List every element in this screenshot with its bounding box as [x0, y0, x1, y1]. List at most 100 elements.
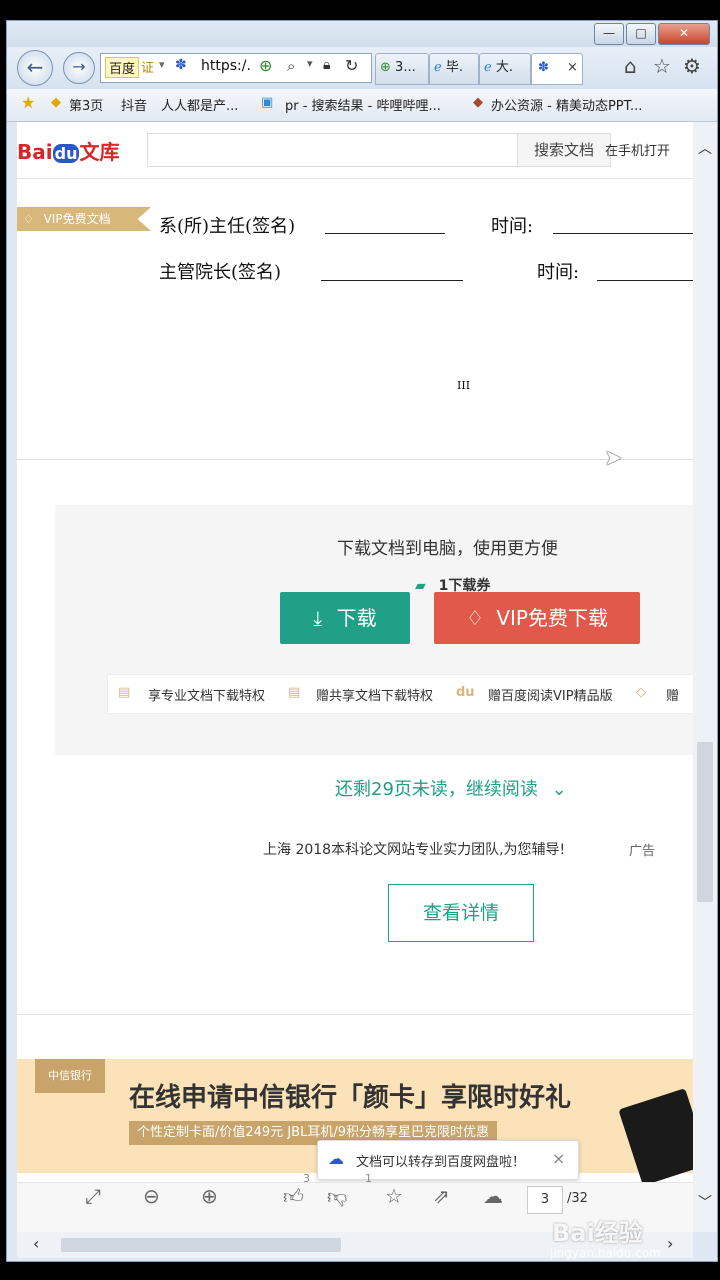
vip-free-badge: ♢ VIP免费文档: [17, 207, 151, 231]
search-icon[interactable]: ⌕: [287, 57, 295, 75]
page-number: III: [457, 379, 471, 392]
diamond-icon: ♢: [23, 212, 34, 226]
scroll-up-icon[interactable]: ︿: [698, 138, 712, 158]
download-icon: ⤓: [313, 606, 323, 630]
bank-logo: 中信银行: [35, 1059, 105, 1093]
wenku-logo[interactable]: Bai du 文库: [17, 136, 119, 165]
tab-3[interactable]: ℯ 大.: [479, 53, 531, 85]
thumbs-up-icon[interactable]: 👍︎: [283, 1184, 304, 1209]
page-number-input[interactable]: 3: [527, 1186, 563, 1214]
ticket-icon: ▰: [415, 578, 426, 594]
scroll-left-icon[interactable]: ‹: [33, 1234, 39, 1253]
time-label-1: 时间:: [491, 216, 534, 237]
scrollbar-thumb[interactable]: [697, 742, 713, 902]
privilege-item: 享专业文档下载特权: [148, 689, 266, 704]
ie-icon: ℯ: [434, 60, 442, 75]
privilege-item: 赠: [666, 689, 680, 704]
vip-download-label: VIP免费下载: [496, 606, 608, 630]
share-icon[interactable]: ⇗: [433, 1184, 450, 1208]
close-window-button[interactable]: ✕: [658, 23, 710, 45]
continue-reading-link[interactable]: 还剩29页未读，继续阅读 ⌄: [335, 775, 567, 801]
tab-2-label: 毕.: [445, 60, 463, 75]
ad-label: 广告: [629, 844, 656, 859]
favorite-item[interactable]: 第3页: [69, 95, 103, 114]
search-document-button[interactable]: 搜索文档: [517, 133, 611, 167]
favorite-item[interactable]: pr - 搜索结果 - 哔哩哔哩...: [285, 95, 441, 114]
favorites-star-icon[interactable]: ★: [21, 93, 35, 112]
zoom-in-icon[interactable]: ⊕: [201, 1184, 218, 1208]
tab-1[interactable]: ⊕ 3...: [375, 53, 429, 85]
address-bar[interactable]: 百度 证 ▾ ✽ https:/. ⊕ ⌕ ▾ 🔒︎ ↻: [100, 53, 372, 83]
open-on-mobile-link[interactable]: 在手机打开: [605, 140, 670, 159]
close-icon[interactable]: ×: [552, 1149, 565, 1168]
home-icon[interactable]: ⌂: [624, 54, 637, 78]
vertical-scrollbar[interactable]: ︿ ﹀: [693, 122, 717, 1232]
dropdown-icon[interactable]: ▾: [159, 58, 165, 71]
search-input[interactable]: [147, 133, 519, 167]
favorites-star-icon[interactable]: ☆: [653, 54, 671, 78]
tab-1-icon: ⊕: [380, 60, 391, 75]
toast-text: 文档可以转存到百度网盘啦！: [356, 1155, 526, 1170]
vip-badge-label: VIP免费文档: [43, 212, 111, 226]
baidu-jingyan-watermark: Bai经验: [552, 1219, 643, 1247]
section-divider: [17, 1014, 693, 1015]
toast-notification: ☁ 文档可以转存到百度网盘啦！ ×: [317, 1140, 579, 1180]
hscroll-thumb[interactable]: [61, 1238, 341, 1252]
zoom-out-icon[interactable]: ⊖: [143, 1184, 160, 1208]
minimize-button[interactable]: —: [594, 23, 624, 45]
favorite-item[interactable]: 抖音: [121, 95, 147, 114]
like-count: 3: [303, 1172, 310, 1185]
cloud-icon: ☁: [328, 1149, 344, 1168]
tab-active[interactable]: ✽ ×: [531, 53, 583, 85]
star-icon[interactable]: ☆: [385, 1184, 403, 1208]
bookmark-icon: ◆: [51, 95, 61, 110]
vip-free-download-button[interactable]: ♢ VIP免费下载: [434, 592, 640, 644]
logo-du: du: [52, 144, 80, 163]
signature-line-2: [321, 280, 463, 281]
gear-icon[interactable]: ⚙: [683, 54, 701, 78]
office-icon: ◆: [473, 95, 483, 110]
download-button[interactable]: ⤓ 下载: [280, 592, 410, 644]
forward-icon[interactable]: →: [63, 52, 95, 84]
time-line-1: [553, 233, 693, 234]
du-icon: du: [456, 685, 475, 700]
time-label-2: 时间:: [537, 262, 580, 283]
gift-icon: ◇: [636, 685, 646, 700]
signature-label-2: 主管院长(签名): [159, 262, 282, 283]
time-line-2: [597, 280, 693, 281]
search-dropdown-icon[interactable]: ▾: [307, 57, 313, 70]
logo-bai: Bai: [17, 140, 53, 164]
refresh-icon[interactable]: ↻: [345, 56, 358, 75]
ad-text[interactable]: 上海 2018本科论文网站专业实力团队,为您辅导!: [263, 839, 565, 859]
address-prefix: 百度: [105, 57, 140, 78]
chevron-down-icon: ⌄: [551, 779, 567, 800]
back-icon[interactable]: ←: [17, 50, 53, 86]
document-icon: ▤: [118, 685, 131, 700]
continue-reading-label: 还剩29页未读，继续阅读: [335, 779, 538, 800]
tab-2[interactable]: ℯ 毕.: [429, 53, 479, 85]
signature-line-1: [325, 233, 445, 234]
thumbs-down-icon[interactable]: 👎︎: [327, 1184, 347, 1209]
tab-1-label: 3...: [395, 60, 416, 75]
maximize-button[interactable]: □: [626, 23, 656, 45]
address-text: https:/.: [201, 58, 251, 74]
addon-icon[interactable]: ⊕: [259, 56, 272, 75]
privileges-bar: ▤ 享专业文档下载特权 ▤ 赠共享文档下载特权 du 赠百度阅读VIP精品版 ◇…: [107, 674, 693, 714]
cloud-save-icon[interactable]: ☁: [483, 1184, 503, 1208]
signature-label-1: 系(所)主任(签名): [159, 216, 296, 237]
ie-icon: ℯ: [484, 60, 492, 75]
logo-wenku: 文库: [79, 140, 120, 164]
document-icon: ▤: [288, 685, 301, 700]
lock-icon[interactable]: 🔒︎: [323, 57, 330, 73]
favorite-item[interactable]: 办公资源 - 精美动态PPT...: [491, 95, 642, 114]
mouse-cursor-icon: ➤: [604, 446, 623, 471]
tab-close-icon[interactable]: ×: [567, 60, 578, 75]
scroll-down-icon[interactable]: ﹀: [698, 1192, 712, 1212]
favorite-item[interactable]: 人人都是产...: [161, 95, 238, 114]
view-details-button[interactable]: 查看详情: [388, 884, 534, 942]
page-content: Bai du 文库 搜索文档 在手机打开 ♢ VIP免费文档 系(所)主任(签名) …: [17, 122, 693, 1232]
certificate-icon[interactable]: 证: [141, 57, 154, 76]
diamond-icon: ♢: [466, 606, 484, 630]
scroll-right-icon[interactable]: ›: [667, 1234, 673, 1253]
fullscreen-icon[interactable]: ⤢: [85, 1184, 101, 1208]
